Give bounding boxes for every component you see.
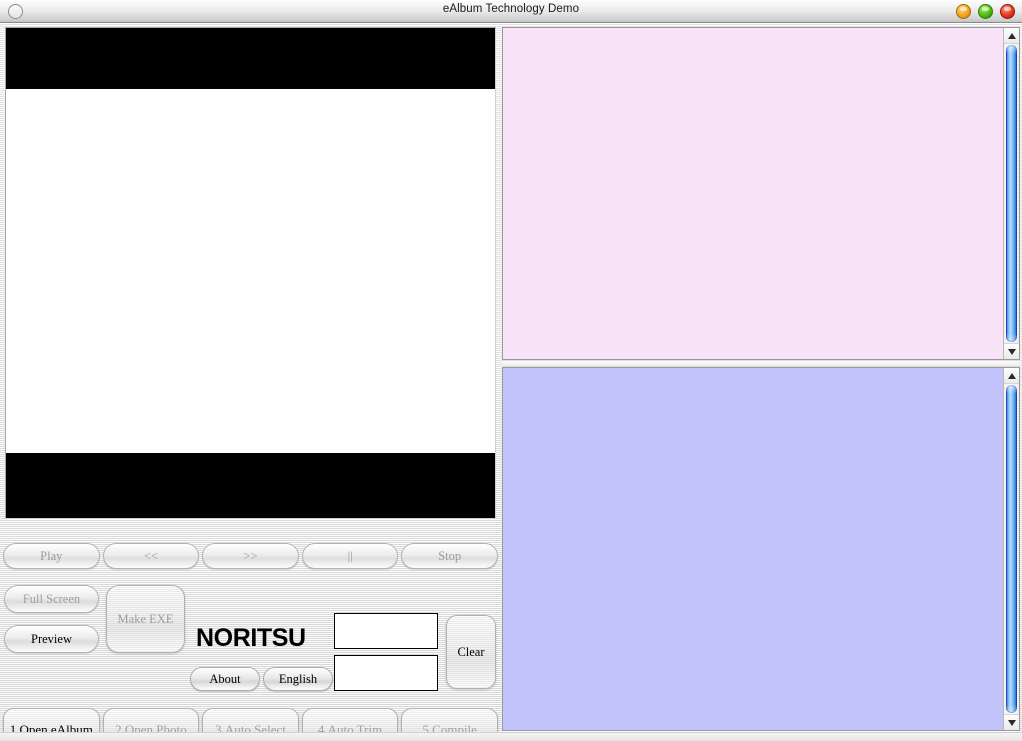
stop-button[interactable]: Stop [401,543,498,569]
left-column: Play << >> || Stop Full Screen Preview M… [0,23,501,741]
text-field-1[interactable] [334,613,438,649]
close-circle-icon[interactable] [1000,4,1015,19]
preview-letterbox-bottom [6,453,495,518]
scrollbar-thumb[interactable] [1006,45,1017,342]
next-button[interactable]: >> [202,543,299,569]
application-window: eAlbum Technology Demo Play << >> || Sto… [0,0,1022,741]
title-bar: eAlbum Technology Demo [0,0,1022,23]
transport-controls: Play << >> || Stop [0,535,501,577]
brand-logo: NORITSU [196,624,306,652]
window-title: eAlbum Technology Demo [442,3,580,15]
play-button[interactable]: Play [3,543,100,569]
language-button[interactable]: English [263,667,333,691]
full-screen-button[interactable]: Full Screen [4,585,99,613]
window-bottom-edge [0,732,1022,741]
scroll-down-arrow-icon[interactable] [1004,343,1019,359]
preview-letterbox-top [6,28,495,89]
panel-divider [502,361,1020,366]
previous-button[interactable]: << [102,543,200,569]
photo-list-canvas[interactable] [503,368,1003,730]
scrollbar-thumb[interactable] [1006,385,1017,713]
album-list-panel[interactable] [502,27,1020,360]
view-mode-group: Full Screen Preview [4,585,99,653]
slideshow-preview[interactable] [5,27,496,519]
window-controls [956,4,1015,19]
pause-button[interactable]: || [301,543,399,569]
scroll-up-arrow-icon[interactable] [1004,28,1019,44]
scroll-up-arrow-icon[interactable] [1004,368,1019,384]
right-column [501,23,1022,741]
make-exe-button[interactable]: Make EXE [106,585,185,653]
album-list-canvas[interactable] [503,28,1003,359]
maximize-circle-icon[interactable] [978,4,993,19]
minimize-circle-icon[interactable] [956,4,971,19]
clear-button[interactable]: Clear [446,615,496,689]
scroll-down-arrow-icon[interactable] [1004,714,1019,730]
photo-list-panel[interactable] [502,367,1020,731]
album-list-scrollbar[interactable] [1003,28,1019,359]
about-button[interactable]: About [190,667,260,691]
photo-list-scrollbar[interactable] [1003,368,1019,730]
preview-stage [6,89,495,453]
preview-button[interactable]: Preview [4,625,99,653]
text-field-2[interactable] [334,655,438,691]
